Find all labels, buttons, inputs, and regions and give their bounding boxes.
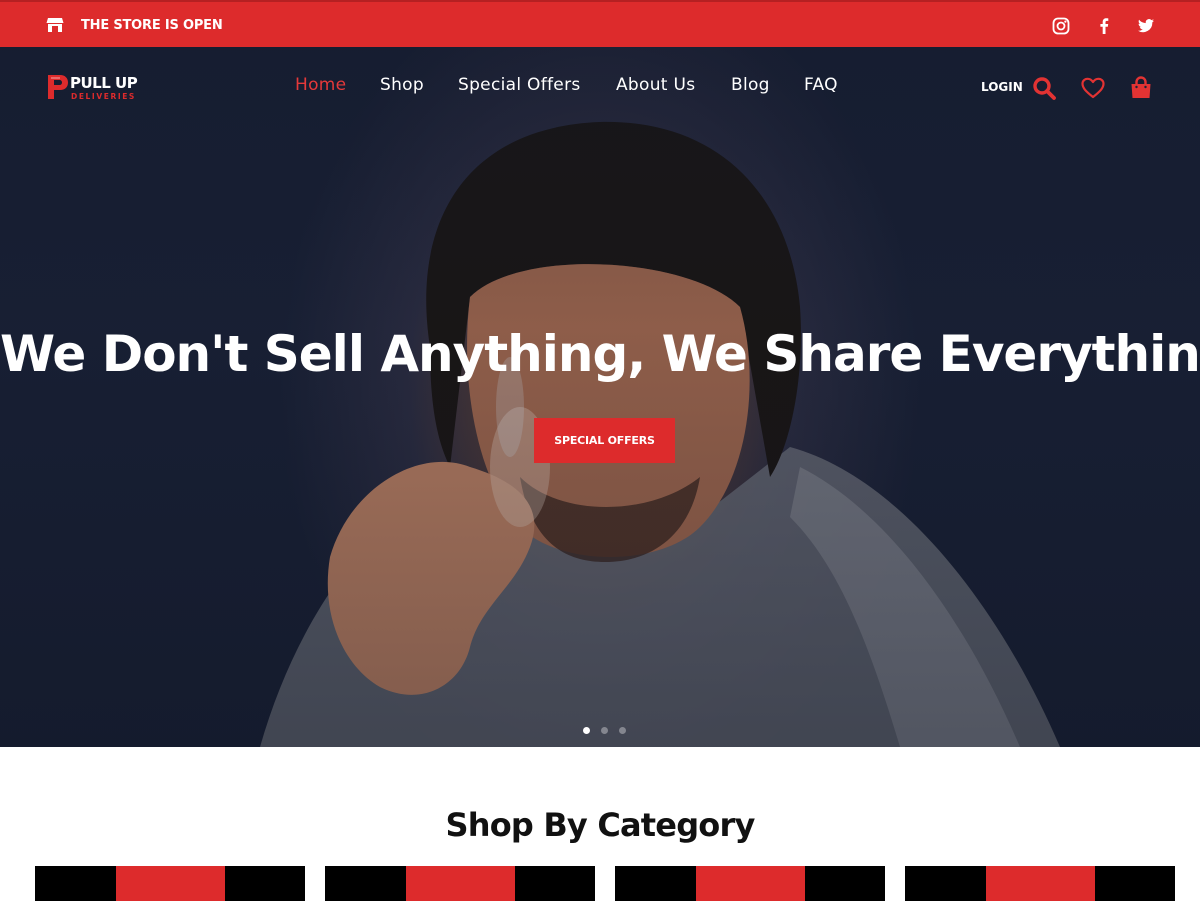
category-card-banner bbox=[406, 866, 515, 901]
logo-subtext: DELIVERIES bbox=[71, 92, 136, 101]
slider-pagination bbox=[583, 727, 626, 734]
nav-item-special-offers[interactable]: Special Offers bbox=[458, 75, 581, 95]
nav-item-home[interactable]: Home bbox=[295, 75, 346, 95]
category-card[interactable] bbox=[615, 866, 885, 901]
category-card-banner bbox=[116, 866, 225, 901]
twitter-icon[interactable] bbox=[1136, 16, 1156, 36]
slide-dot[interactable] bbox=[619, 727, 626, 734]
store-icon bbox=[46, 16, 64, 34]
site-logo[interactable]: PULL UP DELIVERIES bbox=[46, 71, 158, 103]
shopping-bag-icon[interactable] bbox=[1128, 75, 1154, 101]
category-card[interactable] bbox=[905, 866, 1175, 901]
nav-item-blog[interactable]: Blog bbox=[731, 75, 770, 95]
nav-item-shop[interactable]: Shop bbox=[380, 75, 424, 95]
store-status-text: The store is open bbox=[81, 17, 223, 33]
logo-text: PULL UP bbox=[70, 74, 138, 92]
heart-icon[interactable] bbox=[1080, 75, 1106, 101]
special-offers-button[interactable]: Special Offers bbox=[534, 418, 675, 463]
slide-dot[interactable] bbox=[583, 727, 590, 734]
hero-slider: PULL UP DELIVERIES Home Shop Special Off… bbox=[0, 47, 1200, 747]
category-card[interactable] bbox=[325, 866, 595, 901]
login-link[interactable]: Login bbox=[981, 80, 1023, 94]
category-card[interactable] bbox=[35, 866, 305, 901]
hero-overlay bbox=[0, 47, 1200, 747]
nav-item-faq[interactable]: FAQ bbox=[804, 75, 838, 95]
section-title: Shop By Category bbox=[445, 806, 755, 844]
search-icon[interactable] bbox=[1031, 75, 1057, 101]
hero-title: We Don't Sell Anything, We Share Everyth… bbox=[0, 325, 1200, 383]
facebook-icon[interactable] bbox=[1094, 16, 1114, 36]
category-card-banner bbox=[986, 866, 1095, 901]
category-card-banner bbox=[696, 866, 805, 901]
slide-dot[interactable] bbox=[601, 727, 608, 734]
nav-item-about-us[interactable]: About Us bbox=[616, 75, 695, 95]
store-status: The store is open bbox=[46, 16, 223, 34]
instagram-icon[interactable] bbox=[1051, 16, 1071, 36]
announcement-bar: The store is open bbox=[0, 0, 1200, 47]
